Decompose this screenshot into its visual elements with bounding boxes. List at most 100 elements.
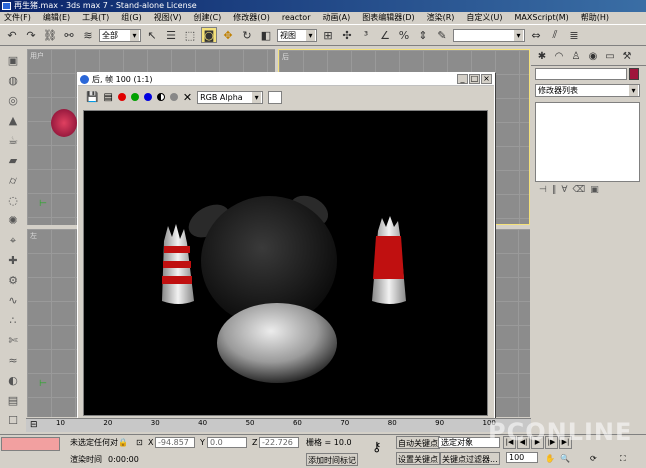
auto-key-button[interactable]: 自动关键点 [396, 436, 440, 449]
pixel-color-swatch[interactable] [268, 90, 283, 104]
reference-coord-dropdown[interactable]: 视图 [277, 28, 317, 42]
light-icon[interactable]: ✺ [4, 212, 22, 229]
clone-icon[interactable]: ▤ [103, 92, 112, 103]
teapot-icon[interactable]: ☕ [4, 132, 22, 149]
clear-icon[interactable]: ✕ [183, 91, 192, 104]
channel-display-dropdown[interactable]: RGB Alpha [197, 90, 264, 104]
menu-create[interactable]: 创建(C) [193, 12, 221, 24]
save-icon[interactable]: 💾 [86, 92, 98, 103]
link-icon[interactable]: ⛓ [42, 27, 58, 43]
menu-graph-editors[interactable]: 图表编辑器(D) [362, 12, 414, 24]
cylinder-icon[interactable]: ⌭ [4, 172, 22, 189]
remove-modifier-icon[interactable]: ⌫ [573, 185, 586, 195]
spinner-snap-icon[interactable]: ⇕ [415, 27, 431, 43]
add-time-tag-button[interactable]: 添加时间标记 [306, 453, 358, 466]
lock-icon[interactable]: 🔒 [118, 436, 128, 449]
rect-selection-icon[interactable]: ⬚ [182, 27, 198, 43]
arc-rotate-icon[interactable]: ⟳ [590, 452, 597, 465]
object-name-field[interactable] [535, 68, 627, 80]
blue-channel-icon[interactable] [143, 93, 152, 101]
render-setup-icon[interactable]: ▤ [4, 392, 22, 409]
select-move-icon[interactable]: ✥ [220, 27, 236, 43]
green-channel-icon[interactable] [130, 93, 139, 101]
menu-modifiers[interactable]: 修改器(O) [233, 12, 270, 24]
named-selection-dropdown[interactable] [453, 28, 525, 42]
minimize-button[interactable]: _ [457, 74, 468, 84]
cone-icon[interactable]: ▲ [4, 112, 22, 129]
modifier-list-dropdown[interactable]: 修改器列表 [535, 84, 640, 97]
track-bar-icon[interactable]: ⊟ [30, 420, 38, 430]
pan-icon[interactable]: ✋ [545, 452, 555, 465]
angle-snap-icon[interactable]: ∠ [377, 27, 393, 43]
key-filters-button[interactable]: 关键点过滤器... [440, 452, 500, 465]
key-icon[interactable]: ⚷ [372, 441, 382, 454]
set-key-button[interactable]: 设置关键点 [396, 452, 440, 465]
gear-icon[interactable]: ⚙ [4, 272, 22, 289]
menu-maxscript[interactable]: MAXScript(M) [515, 12, 569, 24]
modify-tab-icon[interactable]: ◠ [552, 49, 566, 63]
modifier-stack[interactable] [535, 102, 640, 182]
current-frame-field[interactable]: 100 [506, 452, 538, 463]
mirror-icon[interactable]: ⇔ [528, 27, 544, 43]
menu-rendering[interactable]: 渲染(R) [427, 12, 455, 24]
zoom-icon[interactable]: 🔍 [560, 452, 570, 465]
z-coordinate-field[interactable]: -22.726 [259, 437, 299, 448]
quick-render-icon[interactable]: ☐ [4, 412, 22, 429]
absolute-mode-icon[interactable]: ⊡ [136, 436, 143, 449]
make-unique-icon[interactable]: ∀ [561, 185, 567, 195]
red-channel-icon[interactable] [117, 93, 126, 101]
select-manipulate-icon[interactable]: ✣ [339, 27, 355, 43]
configure-modifier-icon[interactable]: ▣ [590, 185, 599, 195]
snap-3d-icon[interactable]: ³ [358, 27, 374, 43]
unlink-icon[interactable]: ⚯ [61, 27, 77, 43]
helper-icon[interactable]: ✚ [4, 252, 22, 269]
select-scale-icon[interactable]: ◧ [258, 27, 274, 43]
pivot-center-icon[interactable]: ⊞ [320, 27, 336, 43]
camera-icon[interactable]: ⌖ [4, 232, 22, 249]
warp-icon[interactable]: ≈ [4, 352, 22, 369]
menu-file[interactable]: 文件(F) [4, 12, 31, 24]
material-icon[interactable]: ◐ [4, 372, 22, 389]
selection-filter-dropdown[interactable]: 全部 [99, 28, 141, 42]
torus-icon[interactable]: ◎ [4, 92, 22, 109]
percent-snap-icon[interactable]: % [396, 27, 412, 43]
menu-help[interactable]: 帮助(H) [581, 12, 609, 24]
menu-reactor[interactable]: reactor [282, 12, 311, 24]
plane-icon[interactable]: ▰ [4, 152, 22, 169]
motion-tab-icon[interactable]: ◉ [586, 49, 600, 63]
close-button[interactable]: × [481, 74, 492, 84]
align-icon[interactable]: ⫽ [547, 27, 563, 43]
menu-edit[interactable]: 编辑(E) [43, 12, 70, 24]
show-end-result-icon[interactable]: ‖ [552, 185, 557, 195]
maximize-button[interactable]: □ [469, 74, 480, 84]
menu-group[interactable]: 组(G) [121, 12, 141, 24]
select-by-name-icon[interactable]: ☰ [163, 27, 179, 43]
named-selection-icon[interactable]: ✎ [434, 27, 450, 43]
bone-icon[interactable]: ✄ [4, 332, 22, 349]
menu-animation[interactable]: 动画(A) [322, 12, 350, 24]
tube-icon[interactable]: ◌ [4, 192, 22, 209]
create-tab-icon[interactable]: ✱ [535, 49, 549, 63]
object-color-swatch[interactable] [629, 68, 639, 80]
particle-icon[interactable]: ∴ [4, 312, 22, 329]
timeline[interactable]: ⊟ 10 20 30 40 50 60 70 80 90 100 [26, 418, 531, 432]
display-tab-icon[interactable]: ▭ [603, 49, 617, 63]
window-crossing-icon[interactable]: ◙ [201, 27, 217, 43]
hierarchy-tab-icon[interactable]: ♙ [569, 49, 583, 63]
utilities-tab-icon[interactable]: ⚒ [620, 49, 634, 63]
maximize-viewport-icon[interactable]: ⛶ [620, 452, 626, 465]
bind-space-warp-icon[interactable]: ≋ [80, 27, 96, 43]
select-rotate-icon[interactable]: ↻ [239, 27, 255, 43]
select-object-icon[interactable]: ↖ [144, 27, 160, 43]
redo-icon[interactable]: ↷ [23, 27, 39, 43]
layer-manager-icon[interactable]: ≣ [566, 27, 582, 43]
menu-customize[interactable]: 自定义(U) [466, 12, 502, 24]
maxscript-listener-mini[interactable] [1, 437, 60, 451]
menu-view[interactable]: 视图(V) [154, 12, 182, 24]
pin-stack-icon[interactable]: ⊣ [539, 185, 547, 195]
undo-icon[interactable]: ↶ [4, 27, 20, 43]
menu-tools[interactable]: 工具(T) [82, 12, 109, 24]
x-coordinate-field[interactable]: -94.857 [155, 437, 195, 448]
box-icon[interactable]: ▣ [4, 52, 22, 69]
y-coordinate-field[interactable]: 0.0 [207, 437, 247, 448]
